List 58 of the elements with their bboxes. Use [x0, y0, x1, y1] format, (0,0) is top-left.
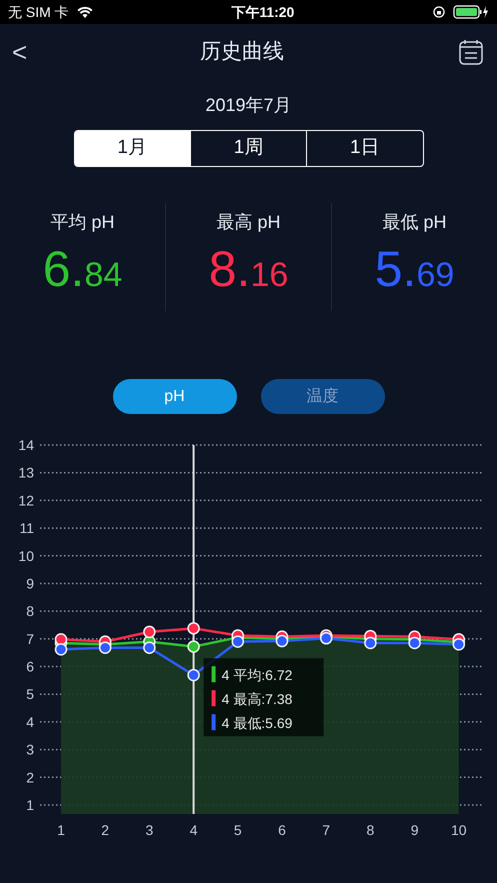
y-axis-label: 6: [26, 658, 34, 675]
stat-label: 平均 pH: [49, 211, 116, 234]
clock-text: 下午11:20: [231, 2, 294, 22]
y-axis-label: 13: [18, 464, 34, 481]
x-axis-label: 4: [190, 822, 198, 838]
stat-value: 5.69: [374, 242, 456, 297]
x-axis-label: 9: [410, 822, 418, 838]
data-point: [452, 638, 466, 651]
carrier-text: 无 SIM 卡: [8, 2, 69, 22]
tooltip-text: 4 最高:7.38: [222, 691, 292, 708]
y-axis-label: 8: [26, 603, 34, 620]
wifi-icon: [76, 6, 93, 18]
page-title: 历史曲线: [200, 39, 284, 66]
x-axis-label: 3: [146, 822, 154, 838]
period-tab[interactable]: 1周: [190, 131, 306, 166]
data-point: [54, 633, 68, 646]
data-point: [143, 641, 156, 654]
y-axis-label: 4: [26, 714, 34, 730]
period-tab[interactable]: 1月: [74, 131, 190, 166]
data-point: [143, 626, 156, 638]
data-point: [187, 622, 200, 635]
y-axis-label: 2: [26, 769, 34, 786]
stat-value: 6.84: [42, 242, 124, 297]
data-point: [408, 636, 421, 650]
data-point: [364, 636, 377, 650]
data-point: [187, 668, 200, 682]
x-axis-label: 2: [101, 822, 110, 838]
data-point: [276, 634, 288, 648]
y-axis-label: 14: [18, 437, 34, 453]
stat-label: 最低 pH: [381, 211, 448, 234]
y-axis-label: 9: [26, 575, 34, 592]
y-axis-label: 10: [18, 548, 34, 564]
y-axis-label: 7: [26, 630, 34, 647]
data-point: [320, 632, 332, 645]
y-axis-label: 12: [18, 492, 34, 508]
x-axis-label: 5: [234, 822, 242, 838]
y-axis-label: 3: [26, 742, 34, 758]
tooltip-text: 4 平均:6.72: [222, 667, 292, 684]
x-axis-label: 10: [451, 822, 467, 838]
x-axis-label: 1: [57, 822, 65, 838]
tooltip-text: 4 最低:5.69: [222, 715, 292, 732]
data-point: [187, 640, 200, 653]
period-tab[interactable]: 1日: [306, 131, 422, 166]
y-axis-label: 1: [26, 797, 34, 813]
battery-icon: [453, 5, 489, 19]
rotation-lock-icon: [433, 6, 445, 18]
stat-value: 8.16: [208, 242, 290, 297]
stat-label: 最高 pH: [215, 211, 282, 234]
data-point: [232, 635, 244, 648]
back-button[interactable]: <: [0, 39, 40, 65]
x-axis-label: 8: [366, 822, 374, 838]
month-label: 2019年7月: [205, 94, 292, 117]
x-axis-label: 7: [322, 822, 330, 838]
data-point: [98, 641, 112, 654]
x-axis-label: 6: [278, 822, 286, 838]
y-axis-label: 5: [26, 686, 34, 702]
y-axis-label: 11: [19, 520, 34, 536]
data-point: [54, 643, 68, 656]
